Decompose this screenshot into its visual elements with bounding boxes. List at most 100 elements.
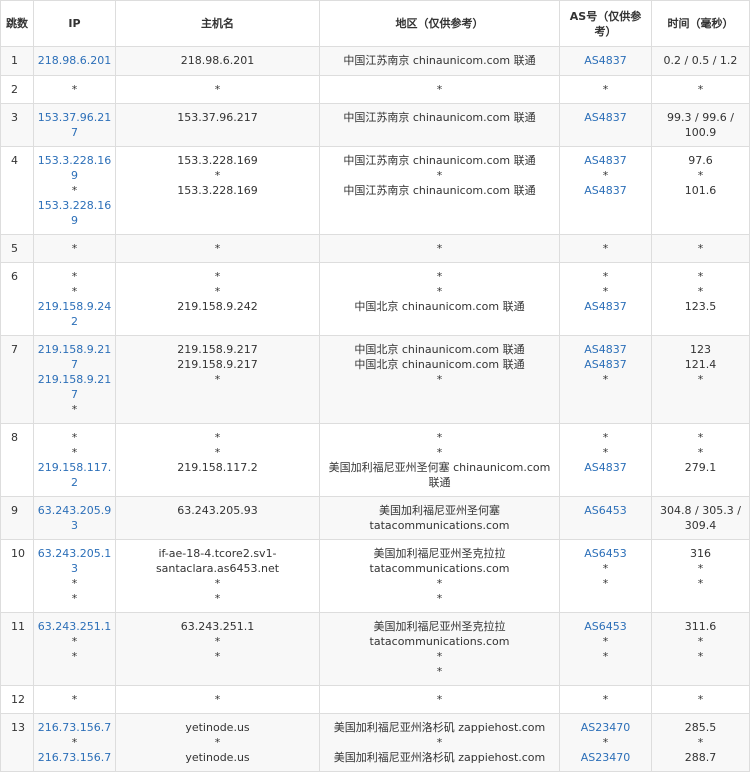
ip-link[interactable]: 216.73.156.7 <box>37 750 112 765</box>
ip-link[interactable]: 219.158.117.2 <box>37 460 112 490</box>
as-link[interactable]: AS4837 <box>563 53 648 68</box>
region-cell: * <box>319 75 560 104</box>
as-link[interactable]: AS23470 <box>563 750 648 765</box>
time-value: * <box>697 693 704 706</box>
as-value: * <box>602 270 609 283</box>
region-value: 中国北京 chinaunicom.com 联通 <box>354 358 525 371</box>
table-row: 8 * * 219.158.117.2 * * 219.158.117.2 * * 美国加利福尼亚… <box>0 423 750 497</box>
as-link[interactable]: AS6453 <box>563 619 648 634</box>
as-link[interactable]: AS4837 <box>563 460 648 475</box>
region-value: * <box>436 431 443 444</box>
hop-cell: 11 <box>0 612 34 686</box>
hop-cell: 2 <box>0 75 34 104</box>
ip-cell: * * 219.158.9.242 <box>33 262 116 336</box>
time-value: * <box>697 285 704 298</box>
host-value: * <box>214 635 221 648</box>
time-cell: * <box>651 75 750 104</box>
hop-cell: 7 <box>0 335 34 424</box>
region-value: 中国北京 chinaunicom.com 联通 <box>354 300 525 313</box>
ip-value: * <box>71 736 78 749</box>
time-value: 316 <box>690 547 711 560</box>
ip-cell: * <box>33 75 116 104</box>
ip-link[interactable]: 219.158.9.217 <box>37 372 112 402</box>
ip-link[interactable]: 153.3.228.169 <box>37 153 112 183</box>
table-row: 11 63.243.251.1 * * 63.243.251.1 * * 美国加利福尼亚州圣克… <box>0 612 750 686</box>
host-cell: * <box>115 75 320 104</box>
ip-link[interactable]: 216.73.156.7 <box>37 720 112 735</box>
host-cell: 63.243.251.1 * * <box>115 612 320 686</box>
ip-value: * <box>71 83 78 96</box>
hop-cell: 5 <box>0 234 34 263</box>
table-row: 3 153.37.96.217 153.37.96.217 中国江苏南京 chinau… <box>0 103 750 147</box>
time-value: * <box>697 373 704 386</box>
ip-cell: 153.3.228.169 * 153.3.228.169 <box>33 146 116 235</box>
time-value: 285.5 <box>684 721 717 734</box>
ip-value: * <box>71 693 78 706</box>
time-value: * <box>697 635 704 648</box>
as-link[interactable]: AS4837 <box>563 153 648 168</box>
region-cell: 中国北京 chinaunicom.com 联通 中国北京 chinaunicom.… <box>319 335 560 424</box>
as-link[interactable]: AS4837 <box>563 183 648 198</box>
as-link[interactable]: AS4837 <box>563 357 648 372</box>
time-value: * <box>697 736 704 749</box>
region-cell: 美国加利福尼亚州洛杉矶 zappiehost.com * 美国加利福尼亚州洛杉矶 z… <box>319 713 560 772</box>
as-cell: AS6453 * * <box>559 612 652 686</box>
ip-link[interactable]: 63.243.251.1 <box>37 619 112 634</box>
as-cell: * <box>559 234 652 263</box>
as-cell: AS4837 * AS4837 <box>559 146 652 235</box>
hop-cell: 8 <box>0 423 34 497</box>
as-cell: * <box>559 75 652 104</box>
ip-cell: 63.243.205.13 * * <box>33 539 116 613</box>
host-value: 63.243.205.93 <box>177 504 258 517</box>
ip-link[interactable]: 63.243.205.13 <box>37 546 112 576</box>
region-value: 中国江苏南京 chinaunicom.com 联通 <box>343 111 536 124</box>
as-cell: AS4837 AS4837 * <box>559 335 652 424</box>
time-value: 97.6 <box>688 154 713 167</box>
time-value: 101.6 <box>684 184 717 197</box>
region-cell: 美国加利福尼亚州圣何塞 tatacommunications.com <box>319 496 560 540</box>
ip-value: * <box>71 270 78 283</box>
as-cell: * <box>559 685 652 714</box>
host-value: * <box>214 446 221 459</box>
ip-cell: 219.158.9.217 219.158.9.217 * <box>33 335 116 424</box>
as-link[interactable]: AS6453 <box>563 503 648 518</box>
table-row: 1 218.98.6.201 218.98.6.201 中国江苏南京 chinauni… <box>0 46 750 76</box>
host-value: * <box>214 169 221 182</box>
host-cell: 63.243.205.93 <box>115 496 320 540</box>
time-value: * <box>697 242 704 255</box>
ip-link[interactable]: 153.3.228.169 <box>37 198 112 228</box>
as-value: * <box>602 577 609 590</box>
region-value: 美国加利福尼亚州圣克拉拉 tatacommunications.com <box>369 620 510 648</box>
as-link[interactable]: AS6453 <box>563 546 648 561</box>
host-value: 153.3.228.169 <box>177 154 258 167</box>
ip-cell: * <box>33 234 116 263</box>
region-cell: 中国江苏南京 chinaunicom.com 联通 <box>319 46 560 76</box>
region-cell: * * 美国加利福尼亚州圣何塞 chinaunicom.com 联通 <box>319 423 560 497</box>
ip-link[interactable]: 219.158.9.242 <box>37 299 112 329</box>
ip-link[interactable]: 63.243.205.93 <box>37 503 112 533</box>
time-value: 288.7 <box>684 751 717 764</box>
as-link[interactable]: AS4837 <box>563 110 648 125</box>
ip-cell: 216.73.156.7 * 216.73.156.7 <box>33 713 116 772</box>
table-row: 2 * * * * * <box>0 75 750 104</box>
time-cell: 99.3 / 99.6 / 100.9 <box>651 103 750 147</box>
host-cell: 153.3.228.169 * 153.3.228.169 <box>115 146 320 235</box>
as-link[interactable]: AS23470 <box>563 720 648 735</box>
region-cell: 美国加利福尼亚州圣克拉拉 tatacommunications.com * * <box>319 539 560 613</box>
host-value: 218.98.6.201 <box>180 54 255 67</box>
ip-link[interactable]: 153.37.96.217 <box>37 110 112 140</box>
ip-link[interactable]: 219.158.9.217 <box>37 342 112 372</box>
hop-cell: 6 <box>0 262 34 336</box>
region-value: 中国江苏南京 chinaunicom.com 联通 <box>343 184 536 197</box>
ip-value: * <box>71 446 78 459</box>
time-cell: 311.6 * * <box>651 612 750 686</box>
ip-cell: 63.243.205.93 <box>33 496 116 540</box>
host-value: * <box>214 736 221 749</box>
ip-cell: 63.243.251.1 * * <box>33 612 116 686</box>
as-link[interactable]: AS4837 <box>563 299 648 314</box>
table-row: 4 153.3.228.169 * 153.3.228.169 153.3.228.16… <box>0 146 750 235</box>
ip-link[interactable]: 218.98.6.201 <box>37 53 112 68</box>
region-value: 美国加利福尼亚州圣何塞 tatacommunications.com <box>369 504 510 532</box>
as-link[interactable]: AS4837 <box>563 342 648 357</box>
hop-cell: 13 <box>0 713 34 772</box>
